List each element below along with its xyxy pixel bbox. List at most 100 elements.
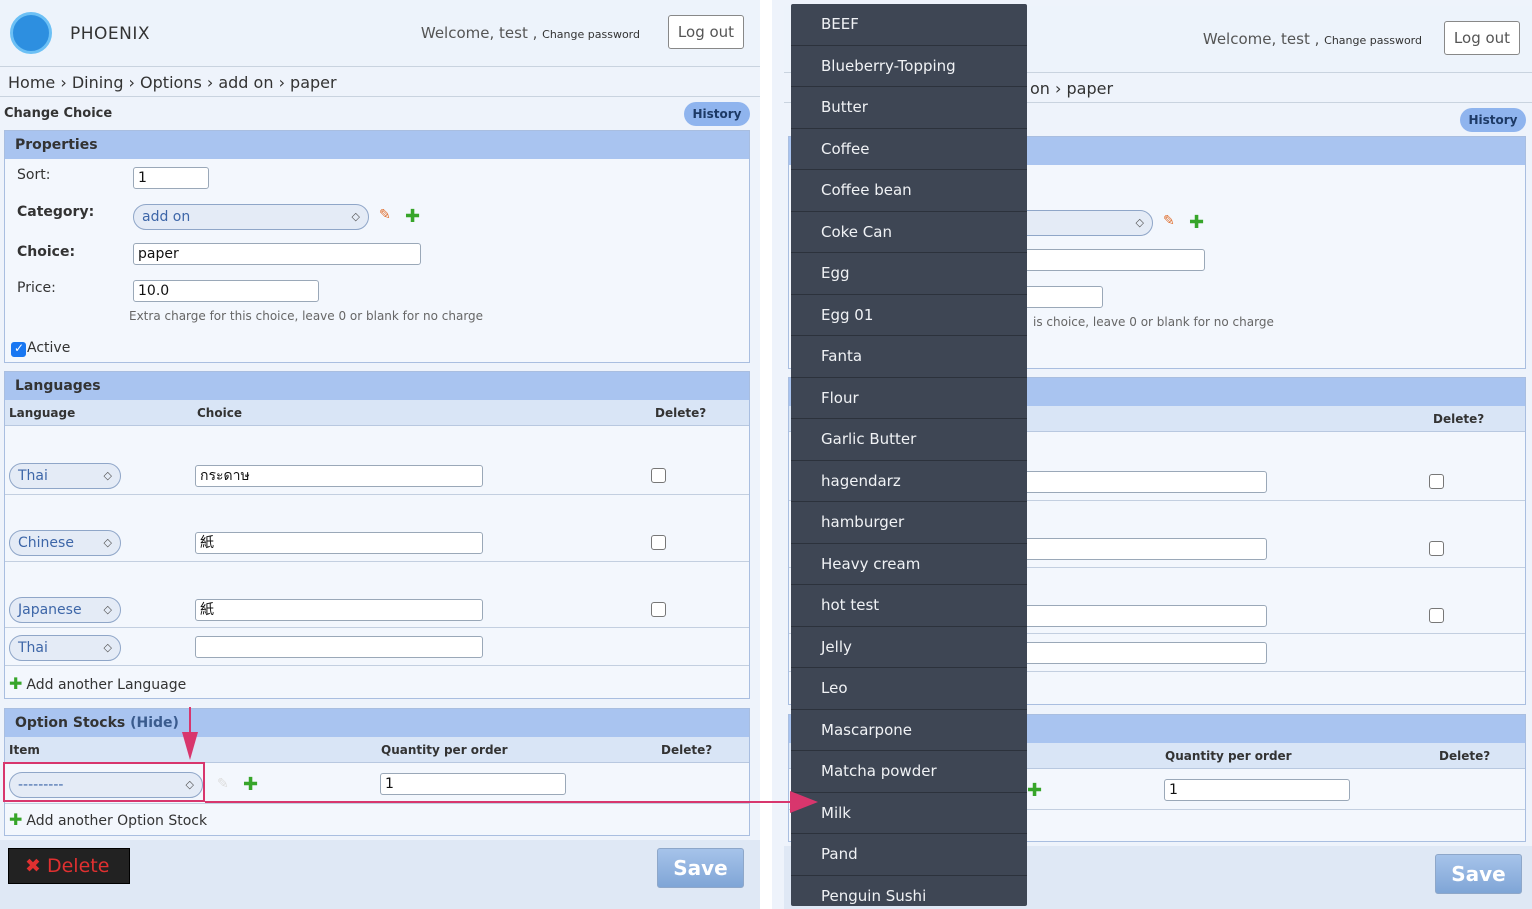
dropdown-option[interactable]: Milk <box>791 793 1027 834</box>
save-button[interactable]: Save <box>1435 854 1522 894</box>
dropdown-option[interactable]: Egg 01 <box>791 295 1027 336</box>
language-select[interactable]: Thai ◇ <box>9 463 121 489</box>
delete-button[interactable]: ✖ Delete <box>8 848 130 884</box>
languages-heading: Languages <box>5 372 749 400</box>
callout-arrowhead <box>790 791 818 813</box>
languages-module: Languages Language Choice Delete? Thai ◇ … <box>4 371 750 699</box>
choice-translation-input[interactable]: 紙 <box>195 532 483 554</box>
delete-checkbox[interactable] <box>651 468 666 483</box>
phoenix-logo-icon <box>10 12 52 54</box>
dropdown-option[interactable]: Blueberry-Topping <box>791 46 1027 87</box>
sort-label: Sort: <box>17 167 51 183</box>
dropdown-option[interactable]: Leo <box>791 668 1027 710</box>
dropdown-option[interactable]: Coke Can <box>791 212 1027 253</box>
dropdown-option[interactable]: Jelly <box>791 627 1027 668</box>
column-header: Delete? <box>661 743 713 757</box>
dropdown-option[interactable]: Garlic Butter <box>791 419 1027 461</box>
callout-arrowhead <box>182 732 198 760</box>
callout-arrow <box>205 801 790 803</box>
column-header: Item <box>9 743 40 757</box>
price-label: Price: <box>17 280 56 296</box>
change-password-link[interactable]: Change password <box>542 28 640 41</box>
change-password-link[interactable]: Change password <box>1324 34 1422 47</box>
history-button[interactable]: History <box>1460 108 1526 132</box>
choice-label: Choice: <box>17 244 76 260</box>
column-header: Quantity per order <box>381 743 508 757</box>
dropdown-option[interactable]: Flour <box>791 378 1027 419</box>
dropdown-option[interactable]: hagendarz <box>791 461 1027 502</box>
choice-translation-input[interactable]: 紙 <box>195 599 483 621</box>
dropdown-option[interactable]: BEEF <box>791 4 1027 46</box>
choice-input[interactable]: paper <box>133 243 421 265</box>
header-bar: PHOENIX Welcome, test , Change password … <box>0 0 760 67</box>
delete-checkbox[interactable] <box>1429 541 1444 556</box>
breadcrumb[interactable]: on › paper <box>1030 79 1113 98</box>
sort-input[interactable]: 1 <box>133 167 209 189</box>
hide-toggle[interactable]: (Hide) <box>130 715 179 731</box>
chevron-updown-icon: ◇ <box>1135 216 1144 229</box>
add-plus-icon[interactable]: ✚ <box>405 208 420 226</box>
chevron-updown-icon: ◇ <box>103 603 112 616</box>
dropdown-option[interactable]: Fanta <box>791 336 1027 378</box>
add-option-stock-link[interactable]: ✚ Add another Option Stock <box>9 811 207 830</box>
logout-button[interactable]: Log out <box>1444 21 1520 55</box>
close-x-icon: ✖ <box>25 855 41 877</box>
chevron-updown-icon: ◇ <box>103 641 112 654</box>
dropdown-option[interactable]: Penguin Sushi <box>791 876 1027 907</box>
page-title: Change Choice <box>4 106 113 121</box>
price-input[interactable]: 10.0 <box>133 280 319 302</box>
choice-translation-input[interactable]: กระดาษ <box>195 465 483 487</box>
history-button[interactable]: History <box>684 102 750 126</box>
properties-module: Properties Sort: 1 Category: add on ◇ ✎ ✚… <box>4 130 750 363</box>
add-plus-icon[interactable]: ✚ <box>1189 214 1204 232</box>
add-plus-icon[interactable]: ✚ <box>243 776 258 794</box>
language-select[interactable]: Thai ◇ <box>9 635 121 661</box>
dropdown-option[interactable]: Coffee bean <box>791 170 1027 212</box>
edit-pencil-icon[interactable]: ✎ <box>1163 213 1175 229</box>
price-help-text: Extra charge for this choice, leave 0 or… <box>129 309 484 323</box>
properties-heading: Properties <box>5 131 749 159</box>
chevron-updown-icon: ◇ <box>103 536 112 549</box>
dropdown-option[interactable]: hamburger <box>791 502 1027 544</box>
category-select[interactable]: add on ◇ <box>133 204 369 230</box>
dropdown-option[interactable]: Pand <box>791 834 1027 876</box>
dropdown-option[interactable]: Egg <box>791 253 1027 295</box>
language-select[interactable]: Japanese ◇ <box>9 597 121 623</box>
logout-button[interactable]: Log out <box>668 15 744 49</box>
column-header: Choice <box>197 406 242 420</box>
delete-checkbox[interactable] <box>1429 608 1444 623</box>
dropdown-option[interactable]: Matcha powder <box>791 751 1027 793</box>
languages-table-header: Language Choice Delete? <box>5 400 749 426</box>
add-plus-icon: ✚ <box>9 674 23 693</box>
quantity-input[interactable]: 1 <box>1164 779 1350 801</box>
option-stocks-table-header: Item Quantity per order Delete? <box>5 737 749 763</box>
divider <box>5 803 749 804</box>
choice-translation-input[interactable] <box>195 636 483 658</box>
divider <box>5 665 749 666</box>
column-header: Delete? <box>655 406 707 420</box>
column-header: Delete? <box>1439 749 1491 763</box>
dropdown-option[interactable]: Coffee <box>791 129 1027 170</box>
quantity-input[interactable]: 1 <box>380 773 566 795</box>
category-label: Category: <box>17 204 95 220</box>
breadcrumb[interactable]: Home › Dining › Options › add on › paper <box>8 73 337 92</box>
dropdown-option[interactable]: Heavy cream <box>791 544 1027 585</box>
save-button[interactable]: Save <box>657 848 744 888</box>
app-name: PHOENIX <box>70 24 151 44</box>
delete-checkbox[interactable] <box>651 602 666 617</box>
delete-checkbox[interactable] <box>1429 474 1444 489</box>
dropdown-option[interactable]: hot test <box>791 585 1027 627</box>
divider <box>0 96 760 97</box>
add-plus-icon[interactable]: ✚ <box>1027 782 1042 800</box>
active-checkbox[interactable] <box>11 341 26 357</box>
column-header: Language <box>9 406 76 420</box>
delete-checkbox[interactable] <box>651 535 666 550</box>
dropdown-option[interactable]: Butter <box>791 87 1027 129</box>
welcome-text: Welcome, test , Change password <box>1202 30 1422 48</box>
edit-pencil-icon[interactable]: ✎ <box>379 207 391 223</box>
dropdown-option[interactable]: Mascarpone <box>791 710 1027 751</box>
stock-item-dropdown-list[interactable]: BEEF Blueberry-Topping Butter Coffee Coffee … <box>791 4 1027 906</box>
add-language-link[interactable]: ✚ Add another Language <box>9 674 186 694</box>
language-select[interactable]: Chinese ◇ <box>9 530 121 556</box>
divider <box>5 627 749 628</box>
